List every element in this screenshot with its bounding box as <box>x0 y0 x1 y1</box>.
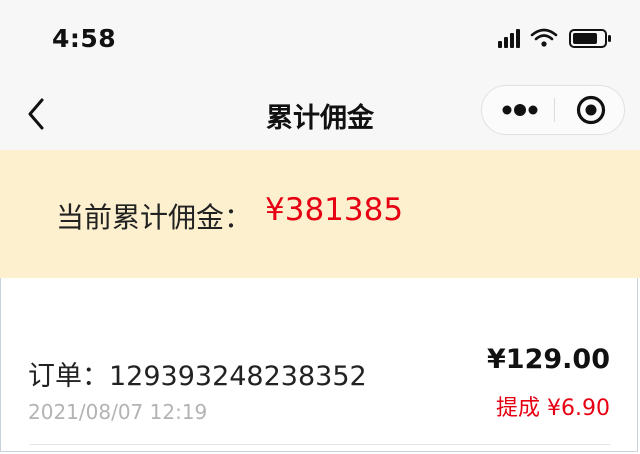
status-time: 4:58 <box>52 24 117 53</box>
status-icons <box>498 28 616 48</box>
order-time: 2021/08/07 12:19 <box>28 400 208 424</box>
nav-bar: 累计佣金 <box>0 82 640 150</box>
mini-program-capsule <box>481 85 625 135</box>
close-button[interactable] <box>555 86 625 134</box>
order-list-item[interactable]: 订单：129393248238352 2021/08/07 12:19 ¥129… <box>0 326 640 446</box>
summary-value: ¥381385 <box>265 192 404 228</box>
commission-summary-banner: 当前累计佣金： ¥381385 <box>0 150 640 278</box>
more-icon <box>502 104 538 116</box>
battery-icon <box>569 29 611 48</box>
wifi-icon <box>530 28 558 47</box>
close-target-icon <box>576 95 606 125</box>
order-commission: 提成 ¥6.90 <box>496 396 610 421</box>
order-amount: ¥129.00 <box>487 344 610 375</box>
signal-icon <box>498 29 520 48</box>
list-divider <box>30 444 610 445</box>
order-number: 订单：129393248238352 <box>28 361 367 392</box>
more-button[interactable] <box>482 86 554 134</box>
status-bar: 4:58 <box>0 0 640 82</box>
summary-label: 当前累计佣金： <box>56 201 253 234</box>
